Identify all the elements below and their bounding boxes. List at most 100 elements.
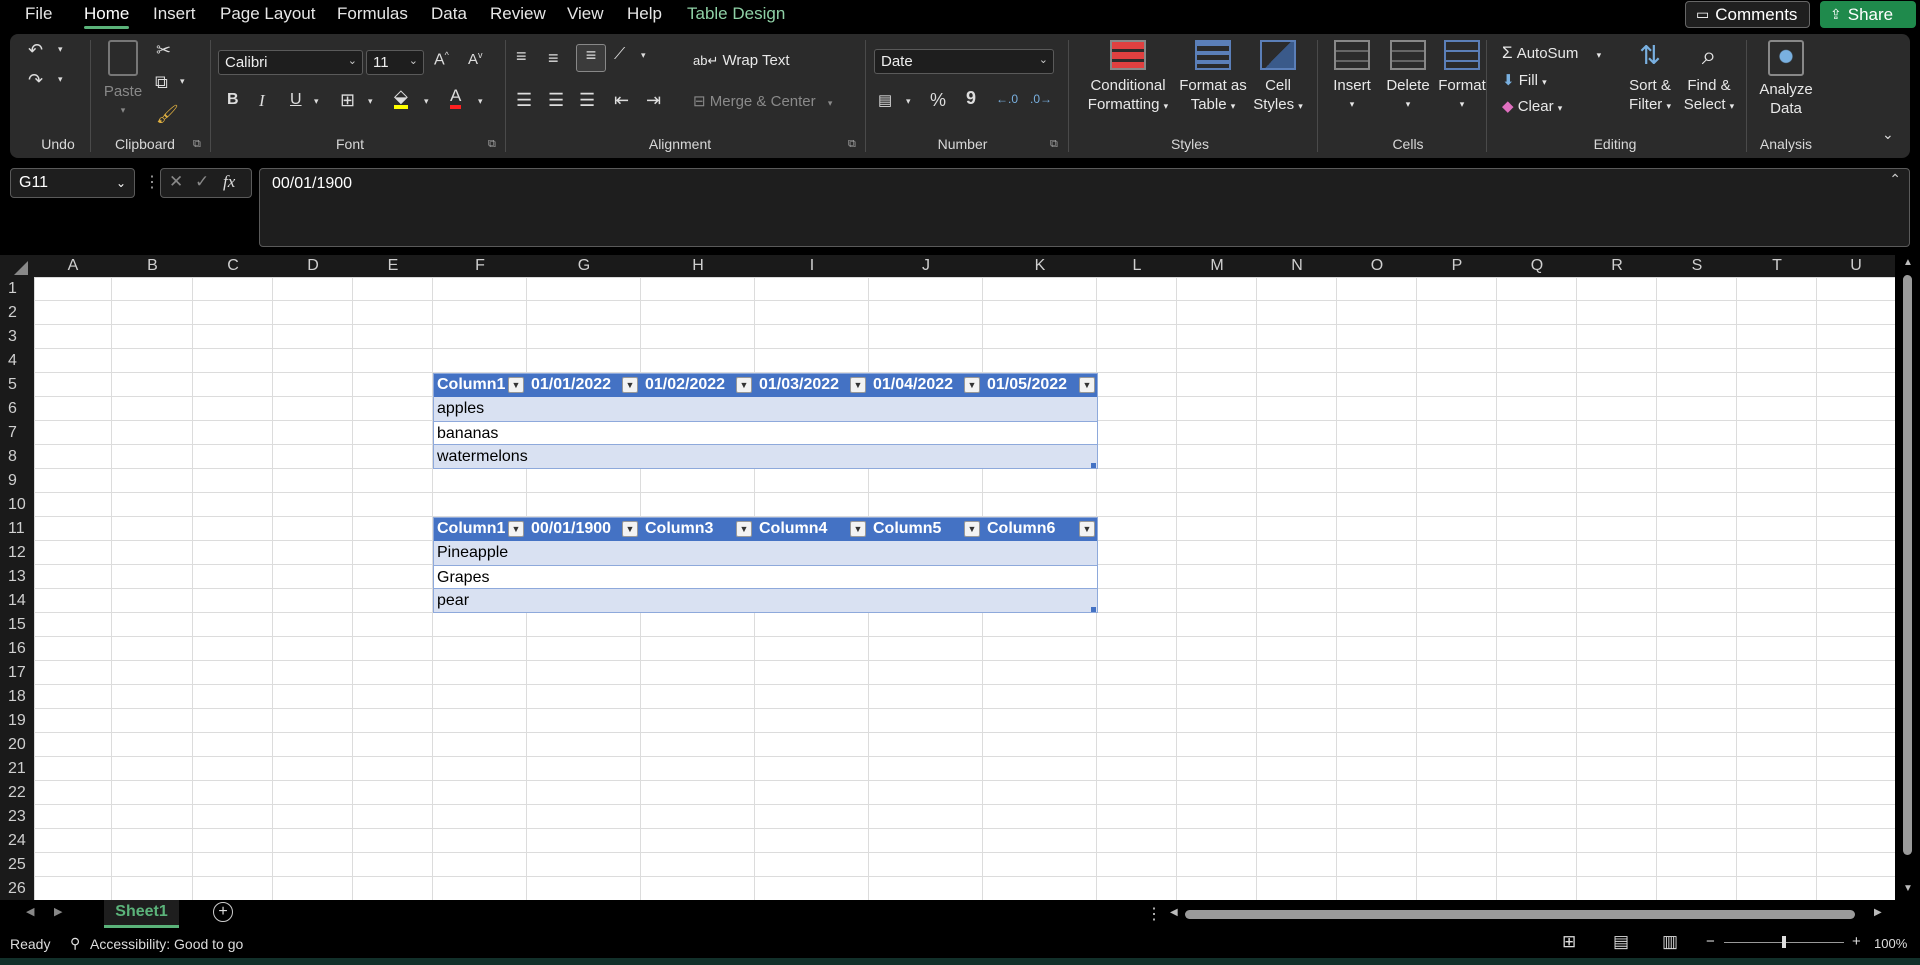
filter-dropdown-icon[interactable]: ▼ — [508, 377, 524, 393]
column-header-q[interactable]: Q — [1497, 255, 1577, 277]
filter-dropdown-icon[interactable]: ▼ — [622, 521, 638, 537]
column-header-f[interactable]: F — [433, 255, 527, 277]
row-header-7[interactable]: 7 — [0, 421, 34, 445]
table-header-cell[interactable]: 01/01/2022 — [527, 373, 621, 397]
cancel-icon[interactable]: ✕ — [169, 172, 183, 192]
copy-dropdown-icon[interactable]: ▾ — [180, 76, 185, 87]
accessibility-status[interactable]: Accessibility: Good to go — [90, 936, 243, 952]
fill-button[interactable]: ⬇ Fill ▾ — [1502, 71, 1547, 89]
table-cell[interactable]: bananas — [433, 422, 733, 446]
horizontal-scrollbar[interactable]: ◀ ▶ — [1170, 907, 1885, 920]
align-top-icon[interactable]: ≡ — [516, 46, 527, 67]
align-center-icon[interactable]: ☰ — [548, 90, 564, 111]
table-header-cell[interactable]: 01/03/2022 — [755, 373, 849, 397]
insert-function-icon[interactable]: fx — [223, 172, 235, 192]
copy-icon[interactable]: ⧉ — [155, 72, 168, 93]
row-header-15[interactable]: 15 — [0, 613, 34, 637]
scroll-down-icon[interactable]: ▼ — [1903, 883, 1913, 894]
table-cell[interactable]: pear — [433, 589, 733, 613]
merge-center-button[interactable]: ⊟ Merge & Center ▾ — [693, 92, 832, 110]
row-header-6[interactable]: 6 — [0, 397, 34, 421]
number-launcher-icon[interactable]: ⧉ — [1050, 138, 1058, 151]
increase-font-size-icon[interactable]: A^ — [434, 50, 449, 69]
clear-button[interactable]: ◆ Clear ▾ — [1502, 97, 1562, 115]
row-header-17[interactable]: 17 — [0, 661, 34, 685]
row-header-13[interactable]: 13 — [0, 565, 34, 589]
menu-insert[interactable]: Insert — [153, 4, 196, 24]
filter-dropdown-icon[interactable]: ▼ — [736, 377, 752, 393]
font-name-select[interactable]: Calibri ⌄ — [218, 50, 363, 75]
row-header-5[interactable]: 5 — [0, 373, 34, 397]
table-header-cell[interactable]: 01/05/2022 — [983, 373, 1078, 397]
row-header-24[interactable]: 24 — [0, 829, 34, 853]
font-color-icon[interactable]: A — [450, 87, 462, 109]
menu-data[interactable]: Data — [431, 4, 467, 24]
filter-dropdown-icon[interactable]: ▼ — [964, 521, 980, 537]
table-header-cell[interactable]: Column6 — [983, 517, 1078, 541]
table-resize-handle[interactable] — [1091, 463, 1096, 468]
row-header-18[interactable]: 18 — [0, 685, 34, 709]
row-header-22[interactable]: 22 — [0, 781, 34, 805]
filter-dropdown-icon[interactable]: ▼ — [622, 377, 638, 393]
vertical-scrollbar[interactable]: ▲ ▼ — [1897, 255, 1920, 900]
column-header-c[interactable]: C — [193, 255, 273, 277]
table-cell[interactable]: watermelons — [433, 445, 733, 469]
column-header-n[interactable]: N — [1257, 255, 1337, 277]
tab-split-handle-icon[interactable]: ⋮ — [1146, 904, 1162, 924]
row-header-1[interactable]: 1 — [0, 277, 34, 301]
row-header-20[interactable]: 20 — [0, 733, 34, 757]
row-header-12[interactable]: 12 — [0, 541, 34, 565]
table-header-cell[interactable]: Column3 — [641, 517, 735, 541]
collapse-formula-icon[interactable]: ⌃ — [1889, 171, 1901, 188]
zoom-slider[interactable] — [1724, 936, 1844, 948]
column-header-j[interactable]: J — [869, 255, 983, 277]
row-header-14[interactable]: 14 — [0, 589, 34, 613]
prev-sheet-icon[interactable]: ◀ — [26, 905, 34, 918]
underline-icon[interactable]: U — [290, 91, 302, 109]
column-header-g[interactable]: G — [527, 255, 641, 277]
sheet-tab-sheet1[interactable]: Sheet1 — [104, 900, 179, 928]
orientation-dropdown-icon[interactable]: ▾ — [641, 50, 646, 61]
borders-icon[interactable]: ⊞ — [340, 90, 355, 111]
row-header-26[interactable]: 26 — [0, 877, 34, 901]
next-sheet-icon[interactable]: ▶ — [54, 905, 62, 918]
page-layout-view-icon[interactable]: ▤ — [1613, 932, 1629, 952]
add-sheet-icon[interactable]: + — [213, 902, 233, 922]
filter-dropdown-icon[interactable]: ▼ — [1079, 377, 1095, 393]
number-format-select[interactable]: Date ⌄ — [874, 49, 1054, 74]
redo-icon[interactable]: ↷ — [28, 70, 43, 91]
table-header-cell[interactable]: Column5 — [869, 517, 963, 541]
sort-filter-button[interactable]: ⇅ Sort & Filter ▾ — [1622, 40, 1678, 116]
menu-file[interactable]: File — [25, 4, 52, 24]
format-as-table-button[interactable]: Format as Table ▾ — [1170, 40, 1256, 116]
table-header-cell[interactable]: Column1 — [433, 517, 507, 541]
orientation-icon[interactable]: ⟋ — [614, 46, 625, 64]
column-header-k[interactable]: K — [983, 255, 1097, 277]
column-header-i[interactable]: I — [755, 255, 869, 277]
table-header-cell[interactable]: 01/04/2022 — [869, 373, 963, 397]
align-bottom-icon[interactable]: ≡ — [576, 44, 606, 72]
wrap-text-button[interactable]: ab↵ Wrap Text — [693, 52, 790, 69]
accounting-format-icon[interactable]: ▤ — [878, 91, 892, 109]
column-header-b[interactable]: B — [112, 255, 193, 277]
table-cell[interactable]: apples — [433, 397, 733, 421]
more-options-icon[interactable]: ⋮ — [144, 172, 160, 192]
insert-cells-button[interactable]: Insert ▾ — [1324, 40, 1380, 114]
delete-cells-button[interactable]: Delete ▾ — [1380, 40, 1436, 114]
fill-color-dropdown-icon[interactable]: ▾ — [424, 96, 429, 107]
align-right-icon[interactable]: ☰ — [579, 90, 595, 111]
table-header-cell[interactable]: Column4 — [755, 517, 849, 541]
alignment-launcher-icon[interactable]: ⧉ — [848, 138, 856, 151]
column-header-o[interactable]: O — [1337, 255, 1417, 277]
column-header-l[interactable]: L — [1097, 255, 1177, 277]
undo-dropdown-icon[interactable]: ▾ — [58, 44, 63, 55]
normal-view-icon[interactable]: ⊞ — [1562, 932, 1576, 952]
menu-view[interactable]: View — [567, 4, 604, 24]
filter-dropdown-icon[interactable]: ▼ — [508, 521, 524, 537]
accessibility-icon[interactable]: ⚲ — [70, 935, 80, 952]
accounting-dropdown-icon[interactable]: ▾ — [906, 96, 911, 107]
align-left-icon[interactable]: ☰ — [516, 90, 532, 111]
fill-color-icon[interactable]: ⬙ — [394, 87, 408, 109]
underline-dropdown-icon[interactable]: ▾ — [314, 96, 319, 107]
analyze-data-button[interactable]: Analyze Data — [1750, 40, 1822, 118]
